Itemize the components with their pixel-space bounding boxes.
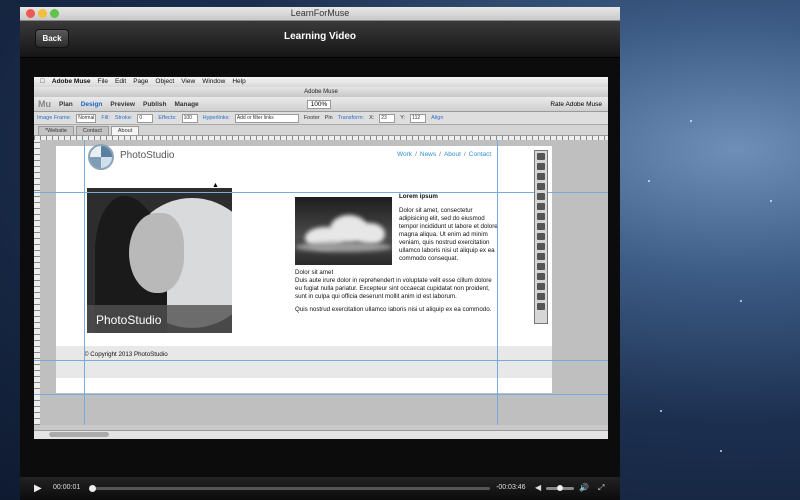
tab-design: Design xyxy=(80,100,103,108)
menu-edit: Edit xyxy=(110,78,126,85)
hero-image: PhotoStudio xyxy=(87,188,232,333)
image-frame-value: Normal xyxy=(76,113,97,123)
site-nav-contact: Contact xyxy=(468,151,492,158)
x-label: X: xyxy=(369,115,375,121)
vertical-ruler xyxy=(34,140,40,425)
cloud-image xyxy=(295,197,392,265)
window-title: LearnForMuse xyxy=(290,8,350,18)
tab-manage: Manage xyxy=(174,100,199,108)
progress-knob[interactable] xyxy=(89,485,96,492)
elapsed-time: 00:00:01 xyxy=(53,484,81,491)
guide-line xyxy=(497,140,498,425)
menu-help: Help xyxy=(227,78,245,85)
volume-high-icon[interactable]: 🔊 xyxy=(579,483,589,492)
muse-window-title: Adobe Muse xyxy=(34,87,608,97)
zoom-field: 100% xyxy=(306,99,332,109)
horizontal-scrollbar xyxy=(34,430,608,439)
tool-panel xyxy=(534,150,548,324)
image-frame-label: Image Frame: xyxy=(37,115,72,121)
play-icon[interactable]: ▶ xyxy=(34,483,42,494)
hero-caption: PhotoStudio xyxy=(96,313,162,327)
guide-line xyxy=(34,192,608,193)
apple-icon:  xyxy=(40,77,45,87)
site-nav-work: Work xyxy=(397,151,413,158)
navigation-bar: Back Learning Video xyxy=(20,21,620,58)
app-window: LearnForMuse Back Learning Video  Adobe… xyxy=(20,7,620,500)
muse-control-bar: Image Frame: Normal Fill: Stroke: 0 Effe… xyxy=(34,112,608,125)
page-tabs: *Website Contact About xyxy=(34,125,608,136)
hyperlinks-field: Add or filter links xyxy=(234,113,299,123)
volume-knob[interactable] xyxy=(557,485,563,491)
site-nav-about: About xyxy=(443,151,461,158)
window-titlebar: LearnForMuse xyxy=(20,7,620,21)
fill-label: Fill: xyxy=(101,115,110,121)
hyperlinks-label: Hyperlinks: xyxy=(202,115,230,121)
menu-object: Object xyxy=(150,78,174,85)
cursor-icon: ▲ xyxy=(212,182,219,189)
y-label: Y: xyxy=(400,115,406,121)
y-value: 112 xyxy=(410,113,427,123)
guide-line xyxy=(34,394,608,395)
menu-page: Page xyxy=(128,78,148,85)
effects-value: 100 xyxy=(181,113,198,123)
content-paragraph-2: Duis aute irure dolor in reprehendert in… xyxy=(295,277,492,300)
footer-checkbox-label: Footer xyxy=(303,115,320,121)
menu-file: File xyxy=(92,78,108,85)
remaining-time: -00:03:46 xyxy=(496,484,526,491)
x-value: 23 xyxy=(379,113,396,123)
align-label: Align xyxy=(431,115,444,121)
page-tab-contact: Contact xyxy=(75,126,109,135)
menu-app-name: Adobe Muse xyxy=(47,78,91,85)
stroke-value: 0 xyxy=(137,113,154,123)
effects-label: Effects: xyxy=(158,115,177,121)
content-paragraph-2-title: Dolor sit amet xyxy=(295,269,334,276)
content-heading: Lorem ipsum xyxy=(399,193,438,200)
design-canvas: PhotoStudio Work / News / About / Contact P… xyxy=(34,140,608,425)
page-content: PhotoStudio Work / News / About / Contact P… xyxy=(54,140,554,400)
volume-slider[interactable] xyxy=(546,485,574,491)
muse-toolbar: Mu Plan Design Preview Publish Manage 10… xyxy=(34,97,608,112)
player-controls: ▶ 00:00:01 -00:03:46 ◀ 🔊 ⤢ xyxy=(20,477,620,500)
fullscreen-icon[interactable]: ⤢ xyxy=(598,483,604,493)
transform-label: Transform: xyxy=(337,115,365,121)
page-tab-about: About xyxy=(110,126,140,135)
stroke-label: Stroke: xyxy=(114,115,133,121)
menu-window: Window xyxy=(197,78,225,85)
copyright-text: © Copyright 2013 PhotoStudio xyxy=(84,351,168,358)
tab-plan: Plan xyxy=(59,100,73,108)
tab-publish: Publish xyxy=(142,100,167,108)
camera-logo-icon xyxy=(88,144,114,170)
pin-label: Pin xyxy=(324,115,333,121)
progress-slider[interactable] xyxy=(89,485,490,492)
tab-preview: Preview xyxy=(110,100,135,108)
page-tab-website: *Website xyxy=(38,126,74,135)
muse-logo: Mu xyxy=(38,99,51,109)
guide-line xyxy=(84,140,85,425)
content-paragraph-3: Quis nostrud exercitation ullamco labori… xyxy=(295,306,492,313)
page-title: Learning Video xyxy=(283,31,357,42)
site-brand: PhotoStudio xyxy=(120,150,175,161)
site-nav: Work / News / About / Contact xyxy=(397,151,492,158)
muse-title-text: Adobe Muse xyxy=(304,89,338,95)
rate-muse-link: Rate Adobe Muse xyxy=(550,100,602,108)
content-paragraph-1: Dolor sit amet, consectetur adipisicing … xyxy=(399,207,498,262)
menu-view: View xyxy=(176,78,195,85)
muse-menubar:  Adobe Muse File Edit Page Object View … xyxy=(34,77,608,87)
volume-low-icon[interactable]: ◀ xyxy=(535,483,541,492)
video-stage[interactable]:  Adobe Muse File Edit Page Object View … xyxy=(34,77,608,439)
site-nav-news: News xyxy=(419,151,437,158)
guide-line xyxy=(34,360,608,361)
